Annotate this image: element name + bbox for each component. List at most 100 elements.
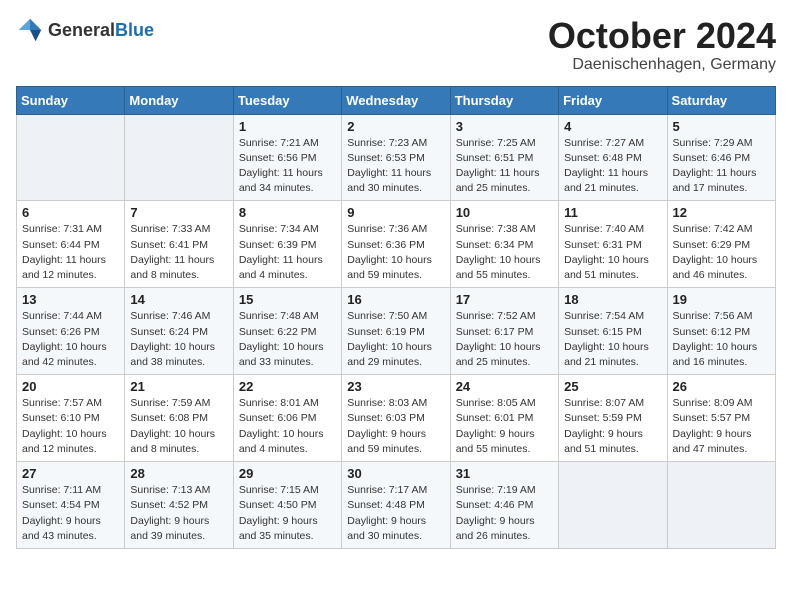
- day-number: 31: [456, 466, 553, 481]
- calendar-header: SundayMondayTuesdayWednesdayThursdayFrid…: [17, 86, 776, 114]
- day-number: 25: [564, 379, 661, 394]
- calendar-cell: 24Sunrise: 8:05 AM Sunset: 6:01 PM Dayli…: [450, 375, 558, 462]
- day-info: Sunrise: 7:25 AM Sunset: 6:51 PM Dayligh…: [456, 136, 553, 197]
- calendar-cell: 11 Sunrise: 7:40 AM Sunset: 6:31 PM Dayli…: [559, 201, 667, 288]
- day-number: 28: [130, 466, 227, 481]
- calendar-cell: 4Sunrise: 7:27 AM Sunset: 6:48 PM Daylig…: [559, 114, 667, 201]
- day-info: Sunrise: 7:48 AM Sunset: 6:22 PM Dayligh…: [239, 309, 336, 370]
- day-info: Sunrise: 7:19 AM Sunset: 4:46 PM Dayligh…: [456, 483, 553, 544]
- day-info: Sunrise: 7:52 AM Sunset: 6:17 PM Dayligh…: [456, 309, 553, 370]
- day-info: Sunrise: 8:01 AM Sunset: 6:06 PM Dayligh…: [239, 396, 336, 457]
- day-number: 23: [347, 379, 444, 394]
- calendar-cell: 3 Sunrise: 7:25 AM Sunset: 6:51 PM Daylig…: [450, 114, 558, 201]
- day-number: 12: [673, 205, 770, 220]
- calendar-cell: 28 Sunrise: 7:13 AM Sunset: 4:52 PM Dayli…: [125, 462, 233, 549]
- calendar-table: SundayMondayTuesdayWednesdayThursdayFrid…: [16, 86, 776, 549]
- day-info: Sunrise: 7:36 AM Sunset: 6:36 PM Dayligh…: [347, 222, 444, 283]
- weekday-header-saturday: Saturday: [667, 86, 775, 114]
- day-info: Sunrise: 7:23 AM Sunset: 6:53 PM Dayligh…: [347, 136, 444, 197]
- calendar-cell: [125, 114, 233, 201]
- calendar-cell: 2 Sunrise: 7:23 AM Sunset: 6:53 PM Daylig…: [342, 114, 450, 201]
- calendar-cell: 17 Sunrise: 7:52 AM Sunset: 6:17 PM Dayli…: [450, 288, 558, 375]
- calendar-cell: 15Sunrise: 7:48 AM Sunset: 6:22 PM Dayli…: [233, 288, 341, 375]
- day-info: Sunrise: 7:11 AM Sunset: 4:54 PM Dayligh…: [22, 483, 119, 544]
- day-number: 16: [347, 292, 444, 307]
- day-number: 19: [673, 292, 770, 307]
- weekday-header-wednesday: Wednesday: [342, 86, 450, 114]
- logo: GeneralBlue: [16, 16, 154, 44]
- calendar-cell: 19 Sunrise: 7:56 AM Sunset: 6:12 PM Dayli…: [667, 288, 775, 375]
- day-info: Sunrise: 7:17 AM Sunset: 4:48 PM Dayligh…: [347, 483, 444, 544]
- weekday-header-friday: Friday: [559, 86, 667, 114]
- day-number: 8: [239, 205, 336, 220]
- day-number: 2: [347, 119, 444, 134]
- day-number: 17: [456, 292, 553, 307]
- weekday-header-monday: Monday: [125, 86, 233, 114]
- calendar-cell: 10 Sunrise: 7:38 AM Sunset: 6:34 PM Dayli…: [450, 201, 558, 288]
- calendar-cell: [559, 462, 667, 549]
- day-number: 14: [130, 292, 227, 307]
- location-title: Daenischenhagen, Germany: [548, 56, 776, 74]
- day-info: Sunrise: 7:50 AM Sunset: 6:19 PM Dayligh…: [347, 309, 444, 370]
- day-info: Sunrise: 7:29 AM Sunset: 6:46 PM Dayligh…: [673, 136, 770, 197]
- day-number: 11: [564, 205, 661, 220]
- calendar-cell: 29 Sunrise: 7:15 AM Sunset: 4:50 PM Dayli…: [233, 462, 341, 549]
- day-number: 4: [564, 119, 661, 134]
- day-info: Sunrise: 7:57 AM Sunset: 6:10 PM Dayligh…: [22, 396, 119, 457]
- weekday-header-tuesday: Tuesday: [233, 86, 341, 114]
- day-info: Sunrise: 7:46 AM Sunset: 6:24 PM Dayligh…: [130, 309, 227, 370]
- calendar-cell: 12Sunrise: 7:42 AM Sunset: 6:29 PM Dayli…: [667, 201, 775, 288]
- calendar-cell: 25Sunrise: 8:07 AM Sunset: 5:59 PM Dayli…: [559, 375, 667, 462]
- calendar-cell: 8 Sunrise: 7:34 AM Sunset: 6:39 PM Daylig…: [233, 201, 341, 288]
- day-info: Sunrise: 7:34 AM Sunset: 6:39 PM Dayligh…: [239, 222, 336, 283]
- day-number: 26: [673, 379, 770, 394]
- day-info: Sunrise: 7:31 AM Sunset: 6:44 PM Dayligh…: [22, 222, 119, 283]
- calendar-cell: 16 Sunrise: 7:50 AM Sunset: 6:19 PM Dayli…: [342, 288, 450, 375]
- calendar-cell: 23 Sunrise: 8:03 AM Sunset: 6:03 PM Dayli…: [342, 375, 450, 462]
- calendar-week-row: 20 Sunrise: 7:57 AM Sunset: 6:10 PM Dayli…: [17, 375, 776, 462]
- day-info: Sunrise: 7:15 AM Sunset: 4:50 PM Dayligh…: [239, 483, 336, 544]
- calendar-cell: 14 Sunrise: 7:46 AM Sunset: 6:24 PM Dayli…: [125, 288, 233, 375]
- weekday-header-thursday: Thursday: [450, 86, 558, 114]
- calendar-week-row: 6Sunrise: 7:31 AM Sunset: 6:44 PM Daylig…: [17, 201, 776, 288]
- day-info: Sunrise: 7:33 AM Sunset: 6:41 PM Dayligh…: [130, 222, 227, 283]
- day-number: 29: [239, 466, 336, 481]
- logo-text-blue: Blue: [115, 20, 154, 40]
- calendar-cell: 31 Sunrise: 7:19 AM Sunset: 4:46 PM Dayli…: [450, 462, 558, 549]
- page-header: GeneralBlue October 2024 Daenischenhagen…: [16, 16, 776, 74]
- month-title: October 2024: [548, 16, 776, 56]
- weekday-header-sunday: Sunday: [17, 86, 125, 114]
- day-info: Sunrise: 7:54 AM Sunset: 6:15 PM Dayligh…: [564, 309, 661, 370]
- day-number: 21: [130, 379, 227, 394]
- calendar-cell: 9Sunrise: 7:36 AM Sunset: 6:36 PM Daylig…: [342, 201, 450, 288]
- day-info: Sunrise: 8:03 AM Sunset: 6:03 PM Dayligh…: [347, 396, 444, 457]
- calendar-cell: 22 Sunrise: 8:01 AM Sunset: 6:06 PM Dayli…: [233, 375, 341, 462]
- day-number: 18: [564, 292, 661, 307]
- calendar-cell: [17, 114, 125, 201]
- day-number: 10: [456, 205, 553, 220]
- logo-text-general: General: [48, 20, 115, 40]
- calendar-week-row: 27Sunrise: 7:11 AM Sunset: 4:54 PM Dayli…: [17, 462, 776, 549]
- day-info: Sunrise: 7:13 AM Sunset: 4:52 PM Dayligh…: [130, 483, 227, 544]
- calendar-cell: 6Sunrise: 7:31 AM Sunset: 6:44 PM Daylig…: [17, 201, 125, 288]
- day-number: 3: [456, 119, 553, 134]
- calendar-cell: 27Sunrise: 7:11 AM Sunset: 4:54 PM Dayli…: [17, 462, 125, 549]
- day-number: 13: [22, 292, 119, 307]
- title-block: October 2024 Daenischenhagen, Germany: [548, 16, 776, 74]
- calendar-cell: [667, 462, 775, 549]
- day-info: Sunrise: 7:59 AM Sunset: 6:08 PM Dayligh…: [130, 396, 227, 457]
- calendar-cell: 13Sunrise: 7:44 AM Sunset: 6:26 PM Dayli…: [17, 288, 125, 375]
- day-number: 22: [239, 379, 336, 394]
- calendar-week-row: 1Sunrise: 7:21 AM Sunset: 6:56 PM Daylig…: [17, 114, 776, 201]
- day-info: Sunrise: 7:40 AM Sunset: 6:31 PM Dayligh…: [564, 222, 661, 283]
- day-number: 7: [130, 205, 227, 220]
- day-info: Sunrise: 8:05 AM Sunset: 6:01 PM Dayligh…: [456, 396, 553, 457]
- calendar-week-row: 13Sunrise: 7:44 AM Sunset: 6:26 PM Dayli…: [17, 288, 776, 375]
- calendar-cell: 7 Sunrise: 7:33 AM Sunset: 6:41 PM Daylig…: [125, 201, 233, 288]
- day-number: 20: [22, 379, 119, 394]
- calendar-cell: 18 Sunrise: 7:54 AM Sunset: 6:15 PM Dayli…: [559, 288, 667, 375]
- calendar-cell: 5Sunrise: 7:29 AM Sunset: 6:46 PM Daylig…: [667, 114, 775, 201]
- logo-icon: [16, 16, 44, 44]
- day-info: Sunrise: 7:38 AM Sunset: 6:34 PM Dayligh…: [456, 222, 553, 283]
- day-info: Sunrise: 7:56 AM Sunset: 6:12 PM Dayligh…: [673, 309, 770, 370]
